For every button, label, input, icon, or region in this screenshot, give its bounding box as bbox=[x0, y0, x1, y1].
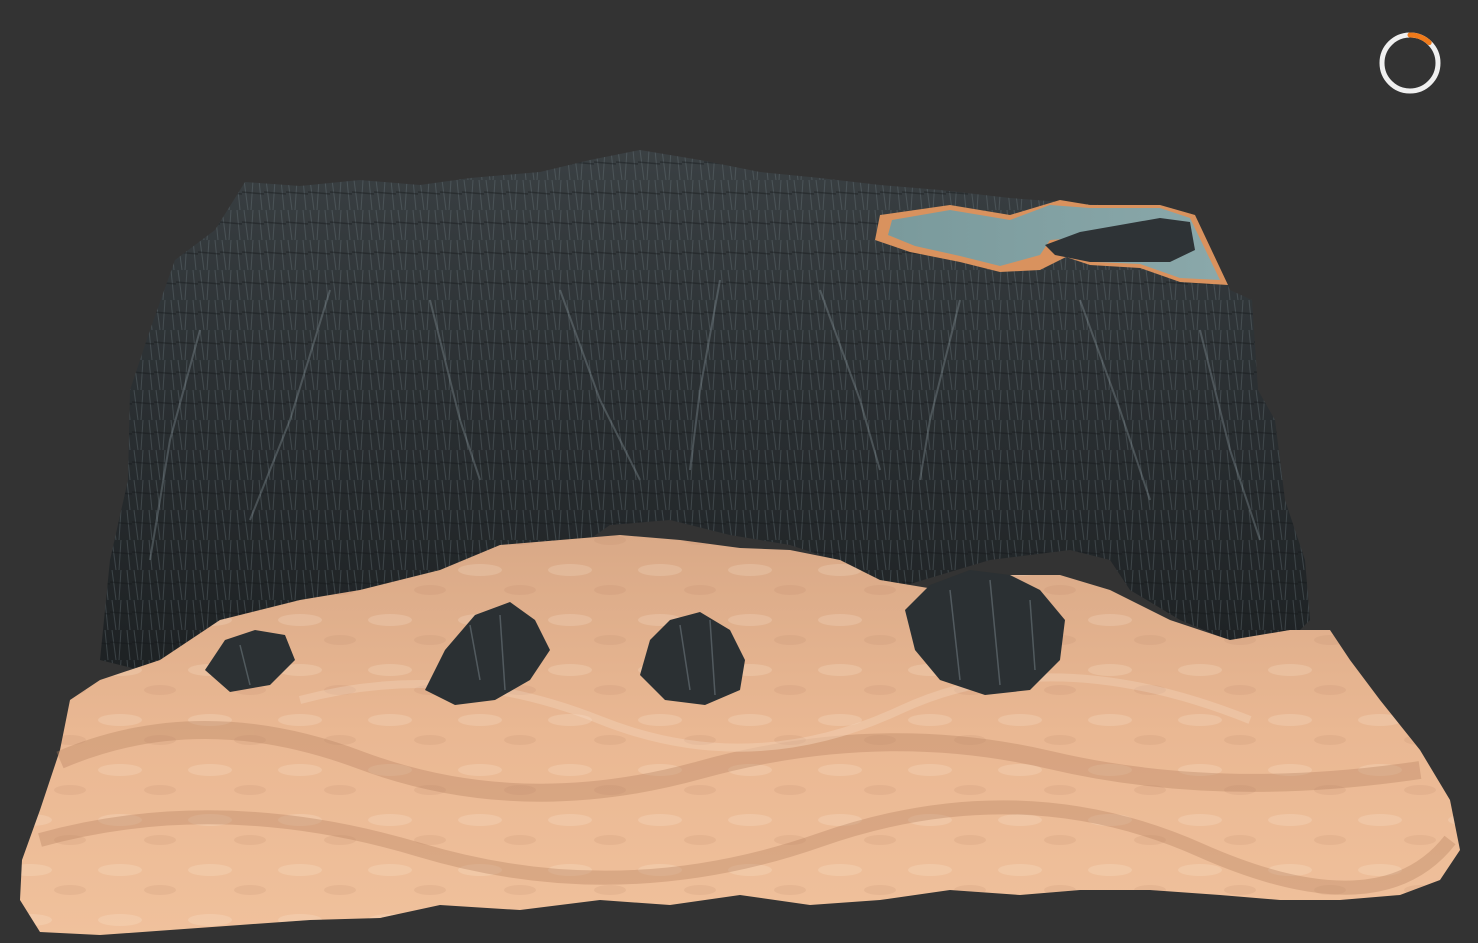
terrain-render[interactable] bbox=[0, 0, 1478, 943]
viewport-3d[interactable] bbox=[0, 0, 1478, 943]
progress-ring-icon[interactable] bbox=[1377, 30, 1443, 96]
